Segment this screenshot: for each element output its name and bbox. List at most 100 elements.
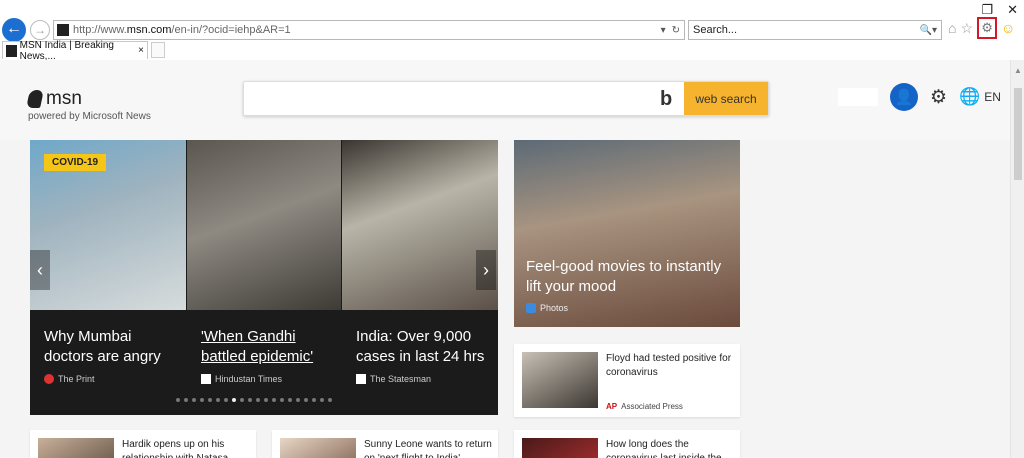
settings-gear-icon[interactable]: ⚙ bbox=[930, 86, 947, 109]
toolbar-icons: ⌂ ☆ ⚙ ☺ bbox=[948, 17, 1015, 39]
carousel-dot[interactable] bbox=[312, 398, 316, 402]
page-content: msn powered by Microsoft News b web sear… bbox=[0, 60, 1010, 458]
carousel-dot[interactable] bbox=[256, 398, 260, 402]
card-thumbnail bbox=[38, 438, 114, 458]
carousel-dots bbox=[176, 398, 332, 402]
scrollbar-thumb[interactable] bbox=[1014, 88, 1022, 180]
page-scrollbar[interactable]: ▲ bbox=[1010, 60, 1024, 458]
tab-title: MSN India | Breaking News,... bbox=[19, 39, 114, 62]
web-search-button[interactable]: web search bbox=[684, 82, 768, 115]
card-source: AP Associated Press bbox=[606, 402, 683, 411]
card-thumbnail bbox=[280, 438, 356, 458]
msn-butterfly-icon bbox=[26, 90, 44, 108]
tools-gear-icon[interactable]: ⚙ bbox=[977, 17, 998, 39]
card-title[interactable]: Hardik opens up on his relationship with… bbox=[122, 438, 254, 458]
slide-title[interactable]: Why Mumbai doctors are angry bbox=[44, 327, 184, 367]
carousel-slide[interactable]: India: Over 9,000 cases in last 24 hrs T… bbox=[342, 140, 498, 385]
feature-card[interactable]: Feel-good movies to instantly lift your … bbox=[514, 140, 740, 327]
window-close-button[interactable]: ✕ bbox=[1007, 2, 1018, 18]
carousel-dot[interactable] bbox=[176, 398, 180, 402]
source-logo-icon bbox=[201, 374, 211, 384]
carousel-dot[interactable] bbox=[208, 398, 212, 402]
card-title[interactable]: How long does the coronavirus last insid… bbox=[606, 438, 738, 458]
powered-by-text: powered by Microsoft News bbox=[28, 111, 151, 122]
carousel-dot[interactable] bbox=[232, 398, 236, 402]
search-dropdown-icon[interactable]: 🔍▾ bbox=[920, 25, 941, 36]
feature-source: Photos bbox=[526, 303, 568, 313]
msn-favicon-icon bbox=[57, 24, 69, 36]
address-controls: ▾ ↻ bbox=[661, 25, 684, 36]
news-card[interactable]: Floyd had tested positive for coronaviru… bbox=[514, 344, 740, 417]
covid-badge: COVID-19 bbox=[44, 154, 107, 171]
carousel-dot[interactable] bbox=[296, 398, 300, 402]
browser-tab[interactable]: MSN India | Breaking News,... × bbox=[2, 39, 148, 62]
slide-title[interactable]: India: Over 9,000 cases in last 24 hrs bbox=[356, 327, 496, 367]
news-card[interactable]: How long does the coronavirus last insid… bbox=[514, 430, 740, 458]
window-restore-button[interactable]: ❐ bbox=[981, 2, 993, 18]
address-bar[interactable]: http://www.msn.com/en-in/?ocid=iehp&AR=1… bbox=[53, 20, 685, 40]
carousel-dot[interactable] bbox=[224, 398, 228, 402]
browser-search-box[interactable]: Search... 🔍▾ bbox=[688, 20, 942, 40]
browser-search-placeholder: Search... bbox=[693, 24, 738, 36]
news-carousel: COVID-19 Why Mumbai doctors are angry Th… bbox=[30, 140, 498, 415]
carousel-dot[interactable] bbox=[248, 398, 252, 402]
source-logo-icon bbox=[356, 374, 366, 384]
news-card[interactable]: Hardik opens up on his relationship with… bbox=[30, 430, 256, 458]
user-avatar-icon[interactable]: 👤 bbox=[890, 83, 918, 111]
card-thumbnail bbox=[522, 352, 598, 408]
carousel-dot[interactable] bbox=[216, 398, 220, 402]
bing-icon: b bbox=[660, 88, 673, 110]
slide-image bbox=[187, 140, 341, 310]
carousel-dot[interactable] bbox=[240, 398, 244, 402]
web-search-input[interactable]: b web search bbox=[243, 81, 769, 116]
globe-icon[interactable]: 🌐 bbox=[959, 87, 980, 107]
source-logo-icon bbox=[44, 374, 54, 384]
card-title[interactable]: Sunny Leone wants to return on 'next fli… bbox=[364, 438, 496, 458]
msn-favicon-icon bbox=[6, 44, 17, 57]
new-tab-button[interactable] bbox=[151, 42, 165, 58]
news-card[interactable]: Sunny Leone wants to return on 'next fli… bbox=[272, 430, 498, 458]
slide-title[interactable]: 'When Gandhi battled epidemic' bbox=[201, 327, 341, 367]
back-arrow-icon[interactable]: ← bbox=[2, 18, 26, 42]
forward-arrow-icon[interactable]: → bbox=[30, 20, 50, 40]
card-thumbnail bbox=[522, 438, 598, 458]
carousel-dot[interactable] bbox=[184, 398, 188, 402]
slide-source: Hindustan Times bbox=[201, 374, 282, 384]
msn-logo[interactable]: msn bbox=[26, 88, 82, 110]
carousel-dot[interactable] bbox=[192, 398, 196, 402]
home-icon[interactable]: ⌂ bbox=[948, 20, 956, 39]
msn-header: msn powered by Microsoft News b web sear… bbox=[0, 60, 1010, 140]
carousel-dot[interactable] bbox=[280, 398, 284, 402]
carousel-dot[interactable] bbox=[288, 398, 292, 402]
carousel-dot[interactable] bbox=[328, 398, 332, 402]
window-controls: ❐ ✕ bbox=[981, 2, 1018, 18]
carousel-dot[interactable] bbox=[304, 398, 308, 402]
carousel-dot[interactable] bbox=[264, 398, 268, 402]
header-actions: 👤 ⚙ 🌐 EN bbox=[838, 83, 1001, 111]
dropdown-arrow-icon[interactable]: ▾ bbox=[661, 25, 666, 36]
carousel-slide[interactable]: COVID-19 Why Mumbai doctors are angry Th… bbox=[30, 140, 186, 385]
blank-area bbox=[838, 88, 878, 106]
browser-chrome: ❐ ✕ ← → http://www.msn.com/en-in/?ocid=i… bbox=[0, 0, 1024, 62]
carousel-dot[interactable] bbox=[320, 398, 324, 402]
carousel-dot[interactable] bbox=[200, 398, 204, 402]
carousel-dot[interactable] bbox=[272, 398, 276, 402]
carousel-next-button[interactable]: › bbox=[476, 250, 496, 290]
language-label[interactable]: EN bbox=[984, 90, 1001, 104]
tab-close-button[interactable]: × bbox=[138, 45, 147, 56]
address-url: http://www.msn.com/en-in/?ocid=iehp&AR=1 bbox=[73, 24, 291, 36]
star-icon[interactable]: ☆ bbox=[960, 20, 973, 39]
slide-source: The Statesman bbox=[356, 374, 431, 384]
photos-icon bbox=[526, 303, 536, 313]
card-title[interactable]: Floyd had tested positive for coronaviru… bbox=[606, 352, 738, 380]
slide-source: The Print bbox=[44, 374, 95, 384]
scroll-up-icon[interactable]: ▲ bbox=[1014, 66, 1022, 75]
logo-text: msn bbox=[46, 88, 82, 109]
ap-logo: AP bbox=[606, 402, 618, 411]
feature-title[interactable]: Feel-good movies to instantly lift your … bbox=[526, 257, 736, 297]
carousel-prev-button[interactable]: ‹ bbox=[30, 250, 50, 290]
refresh-icon[interactable]: ↻ bbox=[672, 25, 680, 36]
carousel-slide[interactable]: 'When Gandhi battled epidemic' Hindustan… bbox=[187, 140, 341, 385]
slide-image bbox=[342, 140, 498, 310]
smiley-icon[interactable]: ☺ bbox=[1001, 20, 1015, 39]
